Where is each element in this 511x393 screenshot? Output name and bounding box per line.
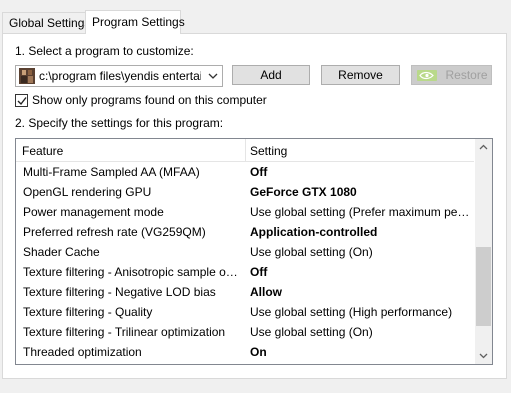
setting-value[interactable]: Allow: [250, 282, 470, 302]
nvidia-logo-icon: [417, 70, 437, 81]
feature-name: Preferred refresh rate (VG259QM): [23, 225, 206, 239]
column-header-setting[interactable]: Setting: [250, 144, 287, 158]
column-header-feature[interactable]: Feature: [22, 144, 63, 158]
tab-program-settings[interactable]: Program Settings: [85, 10, 185, 34]
add-button[interactable]: Add: [232, 65, 310, 85]
setting-value[interactable]: Application-controlled: [250, 222, 470, 242]
setting-value[interactable]: Use global setting (On): [250, 242, 470, 262]
chevron-down-icon[interactable]: [207, 69, 219, 83]
program-settings-panel: 1. Select a program to customize: c:\pro…: [2, 33, 507, 379]
setting-value[interactable]: Use global setting (On): [250, 322, 470, 342]
feature-name: Power management mode: [23, 205, 164, 219]
step2-label: 2. Specify the settings for this program…: [15, 116, 224, 130]
table-row[interactable]: Power management mode Use global setting …: [16, 202, 474, 222]
program-select-value: c:\program files\yendis entertai...: [39, 69, 201, 83]
feature-name: Shader Cache: [23, 245, 100, 259]
feature-name: Texture filtering - Anisotropic sample o…: [23, 265, 241, 279]
vertical-scrollbar[interactable]: [475, 139, 492, 364]
show-only-found-checkbox[interactable]: [15, 94, 28, 107]
table-row[interactable]: Multi-Frame Sampled AA (MFAA) Off: [16, 162, 474, 182]
table-row[interactable]: Texture filtering - Negative LOD bias All…: [16, 282, 474, 302]
settings-list: Feature Setting Multi-Frame Sampled AA (…: [15, 138, 493, 365]
table-row[interactable]: Texture filtering - Anisotropic sample o…: [16, 262, 474, 282]
table-row[interactable]: Preferred refresh rate (VG259QM) Applicat…: [16, 222, 474, 242]
table-row[interactable]: OpenGL rendering GPU GeForce GTX 1080: [16, 182, 474, 202]
restore-button[interactable]: Restore: [411, 65, 492, 85]
column-divider[interactable]: [245, 139, 246, 162]
step1-label: 1. Select a program to customize:: [15, 44, 194, 58]
settings-list-header: Feature Setting: [16, 139, 474, 162]
restore-button-label: Restore: [445, 68, 488, 82]
setting-value[interactable]: Use global setting (Prefer maximum perfo…: [250, 202, 470, 222]
table-row[interactable]: Shader Cache Use global setting (On): [16, 242, 474, 262]
table-row[interactable]: Texture filtering - Trilinear optimizati…: [16, 322, 474, 342]
scroll-down-arrow-icon[interactable]: [475, 347, 492, 364]
setting-value[interactable]: Off: [250, 162, 470, 182]
scrollbar-thumb[interactable]: [476, 247, 491, 326]
show-only-found-label: Show only programs found on this compute…: [32, 93, 267, 107]
program-icon: [19, 68, 35, 84]
tab-strip: Global Settings Program Settings: [0, 0, 511, 34]
tab-global-settings[interactable]: Global Settings: [2, 12, 90, 33]
setting-value[interactable]: Use global setting (High performance): [250, 302, 470, 322]
feature-name: Multi-Frame Sampled AA (MFAA): [23, 165, 200, 179]
scroll-up-arrow-icon[interactable]: [475, 139, 492, 156]
setting-value[interactable]: On: [250, 342, 470, 362]
setting-value[interactable]: GeForce GTX 1080: [250, 182, 470, 202]
remove-button[interactable]: Remove: [321, 65, 400, 85]
feature-name: Texture filtering - Negative LOD bias: [23, 285, 216, 299]
program-select[interactable]: c:\program files\yendis entertai...: [15, 65, 223, 87]
settings-rows: Multi-Frame Sampled AA (MFAA) Off OpenGL r…: [16, 162, 474, 362]
checkmark-icon: [17, 97, 27, 106]
table-row[interactable]: Texture filtering - Quality Use global se…: [16, 302, 474, 322]
feature-name: OpenGL rendering GPU: [23, 185, 152, 199]
table-row[interactable]: Threaded optimization On: [16, 342, 474, 362]
feature-name: Texture filtering - Trilinear optimizati…: [23, 325, 226, 339]
feature-name: Threaded optimization: [23, 345, 142, 359]
feature-name: Texture filtering - Quality: [23, 305, 153, 319]
setting-value[interactable]: Off: [250, 262, 470, 282]
